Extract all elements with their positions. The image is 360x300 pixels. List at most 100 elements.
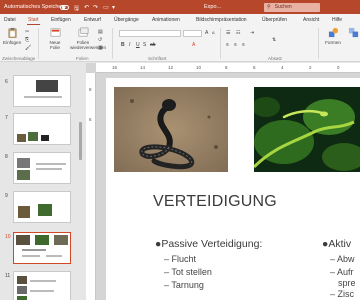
format-painter-icon[interactable]: 🖌	[25, 45, 31, 51]
slide-thumbnail-9[interactable]	[13, 191, 71, 223]
strikethrough-icon[interactable]: ab	[150, 42, 156, 48]
shapes-icon	[328, 27, 338, 38]
tab-einfuegen[interactable]: Einfügen	[51, 17, 71, 23]
layout-icon[interactable]: ▤	[98, 29, 103, 35]
ribbon-separator	[38, 28, 39, 59]
paste-button[interactable]: Einfügen	[3, 27, 21, 45]
bullet-active-heading[interactable]: ●Aktiv	[322, 238, 351, 250]
search-icon: ⚲	[267, 4, 271, 10]
tab-ueberpruefen[interactable]: Überprüfen	[262, 17, 287, 23]
arrange-button[interactable]	[347, 27, 360, 40]
thumbnail-text	[30, 290, 54, 292]
thumbnail-image	[41, 135, 49, 141]
slide-number: 8	[5, 154, 8, 160]
tab-entwurf[interactable]: Entwurf	[84, 17, 101, 23]
slide-thumbnail-7[interactable]	[13, 113, 71, 145]
ribbon: Einfügen ✂ ⎘ 🖌 Zwischenablage Neue Folie…	[0, 25, 360, 62]
italic-icon[interactable]: I	[129, 42, 134, 48]
thumbnail-image	[17, 134, 26, 142]
paste-label: Einfügen	[3, 40, 22, 45]
tab-animationen[interactable]: Animationen	[152, 17, 180, 23]
align-center-icon[interactable]: ≡	[234, 42, 239, 48]
ribbon-separator	[112, 28, 113, 59]
green-snake-image[interactable]	[254, 87, 360, 172]
reset-icon[interactable]: ↺	[98, 37, 103, 43]
tab-hilfe[interactable]: Hilfe	[332, 17, 342, 23]
bullet-passive-item[interactable]: – Flucht	[164, 254, 196, 264]
tab-ansicht[interactable]: Ansicht	[303, 17, 319, 23]
bold-icon[interactable]: B	[121, 42, 126, 48]
bullet-active-item[interactable]: – Abw	[330, 254, 355, 264]
bullet-passive-item[interactable]: – Tarnung	[164, 280, 204, 290]
ruler-tick: 6	[253, 65, 256, 70]
ribbon-separator	[318, 28, 319, 59]
font-name-field[interactable]	[119, 30, 181, 37]
thumbnail-text	[36, 163, 66, 165]
redo-icon[interactable]: ↷	[93, 4, 98, 11]
shrink-font-icon[interactable]: A	[212, 30, 217, 35]
vertical-ruler: 8 6	[86, 73, 96, 300]
align-left-icon[interactable]: ≡	[226, 42, 231, 48]
cobra-image[interactable]	[114, 87, 228, 172]
reuse-slides-button[interactable]: Folien wiederverwenden	[70, 27, 106, 50]
font-size-field[interactable]	[183, 30, 202, 37]
new-slide-button[interactable]: Neue Folie	[44, 27, 66, 50]
bullet-passive-item[interactable]: – Tot stellen	[164, 267, 212, 277]
slide-thumbnail-6[interactable]	[13, 75, 71, 107]
bullet-active-item[interactable]: – Aufr	[330, 267, 354, 277]
slide-number: 11	[5, 273, 11, 279]
slide-thumbnail-8[interactable]	[13, 152, 71, 184]
thumbnails-scrollbar[interactable]	[78, 63, 83, 300]
horizontal-ruler: 16 14 12 10 8 6 4 2 0	[96, 63, 360, 73]
slide-number: 10	[5, 234, 11, 240]
tab-datei[interactable]: Datei	[4, 17, 16, 23]
tab-uebergaenge[interactable]: Übergänge	[114, 17, 139, 23]
autosave-toggle[interactable]	[60, 4, 69, 10]
thumbnail-image	[18, 206, 30, 218]
indent-icon[interactable]: ⇥	[250, 30, 255, 36]
save-icon[interactable]: 🖫	[74, 4, 79, 14]
ruler-tick: 16	[112, 65, 118, 70]
bullet-passive-heading[interactable]: ●Passive Verteidigung:	[155, 238, 262, 250]
grow-font-icon[interactable]: A	[205, 30, 210, 36]
numbering-icon[interactable]: ☷	[236, 30, 241, 36]
cut-icon[interactable]: ✂	[25, 29, 30, 35]
copy-icon[interactable]: ⎘	[25, 37, 30, 43]
text-direction-icon[interactable]: ⇅	[272, 37, 277, 43]
thumbnail-image	[17, 296, 27, 300]
slide-thumbnail-10[interactable]	[13, 232, 71, 264]
section-icon[interactable]: ▦	[98, 45, 103, 51]
bullet-active-item-cont[interactable]: spre	[338, 278, 356, 288]
thumbnail-image	[36, 80, 58, 92]
present-icon[interactable]: ▭	[103, 4, 109, 11]
arrange-icon	[348, 27, 359, 38]
ribbon-separator	[220, 28, 221, 59]
thumbnail-image	[17, 158, 30, 168]
underline-icon[interactable]: U	[136, 42, 141, 48]
ruler-tick: 0	[337, 65, 340, 70]
shadow-icon[interactable]: S	[143, 42, 148, 48]
ruler-tick: 4	[281, 65, 284, 70]
tab-bildschirmpraesentation[interactable]: Bildschirmpräsentation	[196, 17, 247, 23]
current-slide[interactable]: VERTEIDIGUNG ●Passive Verteidigung: – Fl…	[106, 78, 360, 300]
ribbon-tabs: Datei Start Einfügen Entwurf Übergänge A…	[0, 14, 360, 25]
shapes-button[interactable]: Formen	[323, 27, 343, 45]
bullet-active-item[interactable]: – Zisc	[330, 289, 354, 299]
thumbnail-image	[16, 235, 30, 245]
thumbnail-text	[46, 255, 62, 257]
align-right-icon[interactable]: ≡	[242, 42, 247, 48]
autosave-label: Automatisches Speichern	[4, 4, 67, 10]
undo-icon[interactable]: ↶	[84, 4, 89, 11]
thumbnails-scrollbar-thumb[interactable]	[79, 122, 82, 160]
thumbnail-image	[28, 132, 38, 141]
font-color-icon[interactable]: A	[192, 42, 197, 48]
slide-thumbnail-11[interactable]	[13, 271, 71, 300]
group-label-slides: Folien	[76, 56, 89, 61]
clipboard-icon	[8, 27, 16, 38]
bullets-icon[interactable]: ☰	[226, 30, 231, 36]
slide-title[interactable]: VERTEIDIGUNG	[153, 193, 277, 211]
customize-icon[interactable]: ▾	[112, 4, 115, 11]
shapes-label: Formen	[325, 40, 341, 45]
search-box[interactable]: ⚲ Suchen	[264, 2, 320, 12]
tab-start[interactable]: Start	[28, 17, 39, 23]
